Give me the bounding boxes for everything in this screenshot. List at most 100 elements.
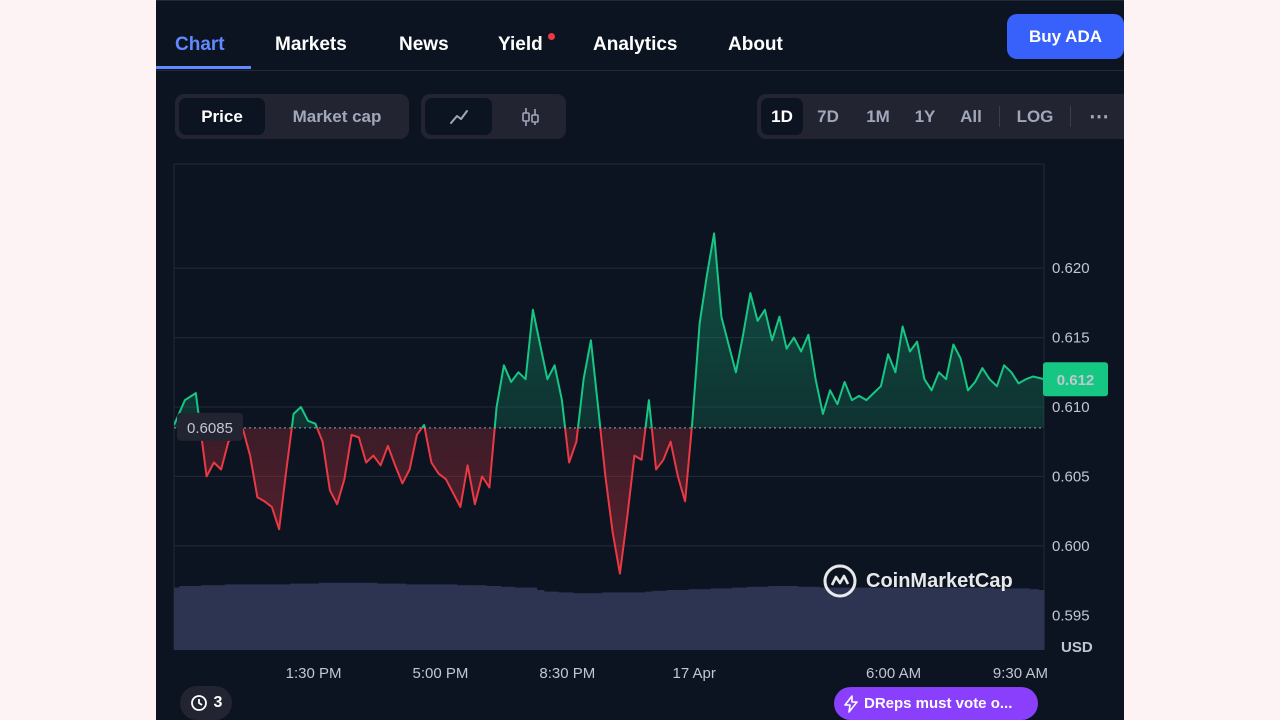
volume-bar bbox=[427, 584, 436, 650]
volume-bar bbox=[659, 590, 668, 650]
history-icon bbox=[190, 695, 207, 711]
volume-bar bbox=[1022, 588, 1031, 650]
volume-bar bbox=[775, 586, 784, 650]
volume-bar bbox=[201, 585, 211, 650]
volume-bar bbox=[377, 583, 385, 650]
volume-bar bbox=[797, 586, 806, 650]
volume-bar bbox=[725, 588, 733, 650]
volume-bar bbox=[667, 590, 675, 650]
coinmarketcap-watermark: CoinMarketCap bbox=[822, 563, 1013, 599]
volume-bar bbox=[282, 584, 291, 650]
chart-panel: Chart Markets News Yield Analytics About… bbox=[156, 0, 1124, 720]
x-tick-label: 5:00 PM bbox=[413, 665, 469, 682]
baseline-label: 0.6085 bbox=[187, 420, 233, 437]
volume-bar bbox=[290, 583, 298, 650]
volume-bar bbox=[630, 592, 639, 650]
lightning-icon bbox=[844, 694, 858, 713]
volume-bar bbox=[333, 582, 342, 650]
volume-bar bbox=[246, 584, 255, 650]
volume-bar bbox=[391, 583, 400, 650]
history-button[interactable]: 3 bbox=[180, 686, 232, 720]
volume-bar bbox=[638, 592, 646, 650]
x-tick-label: 6:00 AM bbox=[866, 665, 921, 682]
volume-bar bbox=[355, 582, 364, 650]
volume-bar bbox=[572, 593, 581, 650]
volume-bar bbox=[812, 586, 820, 650]
volume-bar bbox=[536, 590, 545, 650]
volume-bar bbox=[362, 582, 371, 650]
volume-bar bbox=[456, 585, 465, 650]
volume-bar bbox=[717, 588, 726, 650]
volume-bar bbox=[340, 582, 349, 650]
volume-bar bbox=[783, 586, 791, 650]
volume-bar bbox=[732, 587, 741, 650]
volume-bar bbox=[1029, 589, 1040, 650]
volume-bar bbox=[623, 592, 632, 650]
volume-bar bbox=[804, 586, 813, 650]
watermark-text: CoinMarketCap bbox=[866, 569, 1013, 592]
x-tick-label: 9:30 AM bbox=[993, 665, 1048, 682]
volume-bar bbox=[529, 587, 538, 650]
volume-bar bbox=[319, 582, 327, 650]
volume-bar bbox=[311, 583, 320, 650]
volume-bar bbox=[565, 592, 574, 650]
volume-bar bbox=[304, 583, 313, 650]
volume-bar bbox=[768, 586, 777, 650]
volume-bar bbox=[746, 586, 755, 650]
volume-bar bbox=[420, 584, 429, 650]
volume-bar bbox=[398, 583, 407, 650]
volume-bar bbox=[449, 584, 458, 650]
volume-bar bbox=[239, 584, 248, 650]
y-tick-label: 0.610 bbox=[1052, 399, 1090, 416]
volume-bar bbox=[493, 586, 501, 650]
volume-bar bbox=[485, 586, 494, 650]
volume-bar bbox=[551, 591, 559, 650]
volume-bar bbox=[594, 593, 603, 650]
volume-bar bbox=[406, 584, 414, 650]
volume-bar bbox=[384, 583, 393, 650]
announcement-pill[interactable]: DReps must vote o... bbox=[834, 687, 1038, 720]
volume-bar bbox=[681, 590, 690, 650]
volume-bar bbox=[739, 587, 748, 650]
x-tick-label: 1:30 PM bbox=[286, 665, 342, 682]
volume-bar bbox=[703, 589, 712, 650]
volume-bar bbox=[224, 584, 233, 650]
announcement-text: DReps must vote o... bbox=[864, 695, 1013, 712]
x-tick-label: 17 Apr bbox=[673, 665, 716, 682]
volume-bar bbox=[179, 586, 191, 650]
volume-bar bbox=[217, 585, 226, 650]
volume-bar bbox=[761, 586, 770, 650]
volume-bar bbox=[275, 584, 284, 650]
volume-bar bbox=[297, 583, 306, 650]
volume-bar bbox=[478, 585, 487, 650]
volume-bar bbox=[500, 586, 509, 650]
volume-bar bbox=[522, 587, 530, 650]
volume-bar bbox=[507, 586, 516, 650]
volume-bar bbox=[580, 593, 588, 650]
current-price-label: 0.612 bbox=[1057, 372, 1095, 389]
volume-bar bbox=[674, 590, 683, 650]
volume-bar bbox=[442, 584, 451, 650]
volume-bar bbox=[543, 591, 552, 650]
volume-bar bbox=[616, 592, 625, 650]
y-tick-label: 0.615 bbox=[1052, 330, 1090, 347]
volume-bar bbox=[710, 588, 719, 650]
volume-bar bbox=[645, 591, 654, 650]
y-tick-label: 0.620 bbox=[1052, 260, 1090, 277]
y-tick-label: 0.600 bbox=[1052, 538, 1090, 555]
volume-bar bbox=[268, 584, 277, 650]
volume-bar bbox=[369, 582, 378, 650]
volume-bar bbox=[587, 593, 596, 650]
price-area-up bbox=[174, 233, 1044, 428]
y-tick-label: 0.595 bbox=[1052, 607, 1090, 624]
volume-bar bbox=[348, 582, 356, 650]
volume-bar bbox=[326, 582, 335, 650]
volume-bar bbox=[790, 586, 799, 650]
coinmarketcap-logo-icon bbox=[823, 564, 857, 598]
volume-bar bbox=[558, 592, 567, 650]
volume-bar bbox=[413, 584, 422, 650]
volume-bar bbox=[253, 584, 262, 650]
volume-bar bbox=[688, 589, 697, 650]
volume-bar bbox=[1015, 588, 1023, 650]
volume-bar bbox=[601, 592, 610, 650]
